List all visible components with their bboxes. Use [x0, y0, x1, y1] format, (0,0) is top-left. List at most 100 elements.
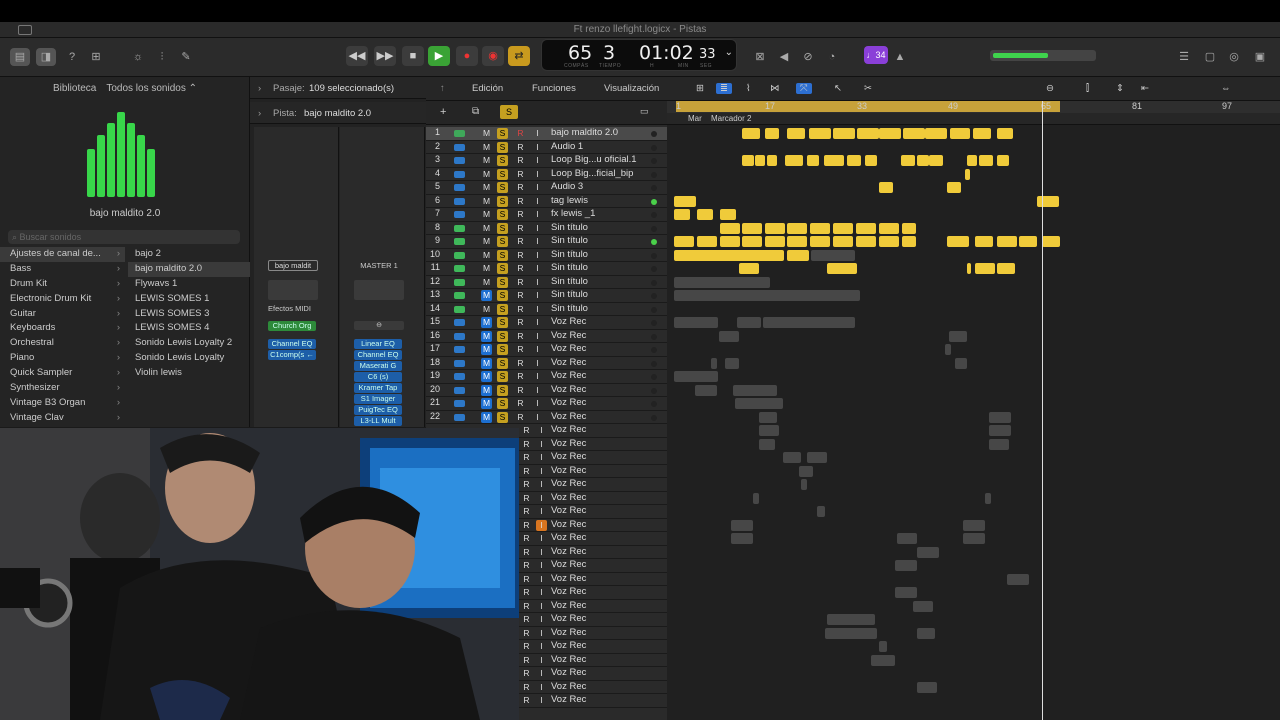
audio-region[interactable] — [733, 384, 777, 396]
mute-button[interactable]: M — [481, 169, 492, 180]
audio-region[interactable] — [674, 290, 860, 301]
mute-button[interactable]: M — [481, 128, 492, 139]
solo-button[interactable]: S — [497, 168, 508, 180]
audio-region[interactable] — [825, 627, 877, 639]
solo-button[interactable]: S — [497, 222, 508, 234]
add-track-icon[interactable]: + — [440, 106, 446, 118]
solo-button[interactable]: S — [497, 290, 508, 301]
category-item[interactable]: Electronic Drum Kit › — [0, 292, 125, 307]
audio-region[interactable] — [811, 249, 855, 261]
record-enable-button[interactable]: R — [521, 574, 532, 585]
input-monitor-button[interactable]: I — [536, 668, 547, 679]
record-enable-button[interactable]: R — [515, 263, 526, 274]
edit-menu[interactable]: Edición — [472, 83, 503, 94]
link-icon[interactable]: ⊖ — [354, 321, 404, 330]
category-item[interactable]: Vintage B3 Organ › — [0, 396, 125, 411]
input-monitor-button[interactable]: I — [536, 560, 547, 571]
track-row[interactable]: 14 M S R I Sin título — [426, 303, 667, 316]
input-monitor-button[interactable]: I — [536, 506, 547, 517]
input-monitor-button[interactable]: I — [536, 493, 547, 504]
audio-region[interactable] — [847, 155, 861, 166]
audio-region[interactable] — [955, 357, 967, 369]
track-name[interactable]: Voz Rec — [551, 370, 586, 381]
track-name[interactable]: Voz Rec — [551, 492, 586, 503]
track-name[interactable]: Voz Rec — [551, 532, 586, 543]
track-name[interactable]: Voz Rec — [551, 586, 586, 597]
list-editors-icon[interactable]: ☰ — [1174, 48, 1194, 66]
input-monitor-button[interactable]: I — [532, 263, 543, 274]
audio-region[interactable] — [975, 263, 995, 274]
input-monitor-button[interactable]: I — [536, 655, 547, 666]
loop-browser-icon[interactable]: ◎ — [1224, 48, 1244, 66]
tempo-badge[interactable]: ♩34 — [864, 46, 888, 64]
solo-button[interactable]: S — [497, 384, 508, 396]
audio-region[interactable] — [949, 330, 967, 342]
flex-icon[interactable]: ⋈ — [770, 83, 780, 94]
audio-region[interactable] — [865, 155, 877, 166]
audio-region[interactable] — [674, 195, 696, 207]
record-enable-button[interactable]: R — [521, 452, 532, 463]
track-row[interactable]: 7 M S R Ifx lewis _1 — [426, 208, 667, 222]
input-monitor-button[interactable]: I — [532, 358, 543, 369]
audio-region[interactable] — [979, 155, 993, 166]
audio-region[interactable] — [925, 128, 947, 139]
track-name[interactable]: Sin título — [551, 222, 588, 233]
record-enable-button[interactable]: R — [521, 614, 532, 625]
audio-region[interactable] — [807, 452, 827, 463]
record-enable-button[interactable]: R — [515, 412, 526, 423]
category-item[interactable]: Piano › — [0, 351, 125, 366]
marker-2[interactable]: Marcador 2 — [711, 114, 751, 123]
mute-button[interactable]: M — [481, 142, 492, 153]
toolbar-icon[interactable]: ⊞ — [86, 48, 106, 66]
input-monitor-button[interactable]: I — [532, 331, 543, 342]
solo-button[interactable]: S — [497, 209, 508, 220]
mute-button[interactable]: M — [481, 357, 492, 369]
solo-button[interactable]: S — [497, 249, 508, 261]
patch-item[interactable]: bajo 2 — [128, 247, 250, 262]
audio-region[interactable] — [997, 128, 1013, 139]
category-item[interactable]: Orchestral › — [0, 336, 125, 351]
record-enable-button[interactable]: R — [515, 317, 526, 328]
audio-region[interactable] — [720, 236, 740, 247]
waveform-zoom-icon[interactable]: ⫿ — [1086, 83, 1089, 94]
audio-region[interactable] — [737, 317, 761, 328]
track-name[interactable]: Sin título — [551, 276, 588, 287]
duplicate-track-icon[interactable]: ⧉ — [472, 106, 479, 117]
record-enable-button[interactable]: R — [515, 182, 526, 193]
record-enable-button[interactable]: R — [521, 601, 532, 612]
record-enable-button[interactable]: R — [515, 344, 526, 355]
track-row[interactable]: 4 M S R I Loop Big...ficial_bip — [426, 168, 667, 181]
audio-region[interactable] — [989, 438, 1009, 450]
input-monitor-button[interactable]: I — [532, 182, 543, 193]
audio-region[interactable] — [807, 155, 819, 166]
input-monitor-button[interactable]: I — [532, 250, 543, 261]
audio-region[interactable] — [917, 627, 935, 639]
track-name[interactable]: Voz Rec — [551, 505, 586, 516]
horizontal-zoom-icon[interactable]: ⇔ — [1221, 83, 1231, 94]
strip-settings-button[interactable]: bajo maldit — [268, 260, 318, 271]
automation-icon[interactable]: ⌇ — [746, 83, 751, 94]
audio-region[interactable] — [674, 371, 718, 382]
audio-region[interactable] — [895, 587, 917, 598]
track-name[interactable]: Loop Big...u oficial.1 — [551, 154, 637, 165]
solo-button[interactable]: S — [497, 276, 508, 288]
record-button[interactable]: ● — [456, 46, 478, 66]
audio-region[interactable] — [725, 357, 739, 369]
metronome-mute-icon[interactable]: ◔ — [822, 48, 842, 66]
input-monitor-button[interactable]: I — [536, 519, 547, 531]
input-monitor-button[interactable]: I — [532, 371, 543, 382]
audio-region[interactable] — [879, 182, 893, 193]
track-row[interactable]: 15 M S R I Voz Rec — [426, 316, 667, 330]
solo-button[interactable]: S — [497, 344, 508, 355]
audio-region[interactable] — [1037, 195, 1059, 207]
help-icon[interactable]: ? — [62, 48, 82, 66]
input-monitor-button[interactable]: I — [536, 479, 547, 490]
catch-icon[interactable]: ⤧ — [796, 83, 812, 94]
input-monitor-button[interactable]: I — [532, 304, 543, 315]
audio-region[interactable] — [833, 222, 853, 234]
track-name[interactable]: Sin título — [551, 249, 588, 260]
mute-button[interactable]: M — [481, 236, 492, 247]
plugin-slot[interactable]: C6 (s) — [354, 372, 402, 382]
audio-region[interactable] — [950, 128, 970, 139]
track-name[interactable]: Audio 3 — [551, 181, 583, 192]
